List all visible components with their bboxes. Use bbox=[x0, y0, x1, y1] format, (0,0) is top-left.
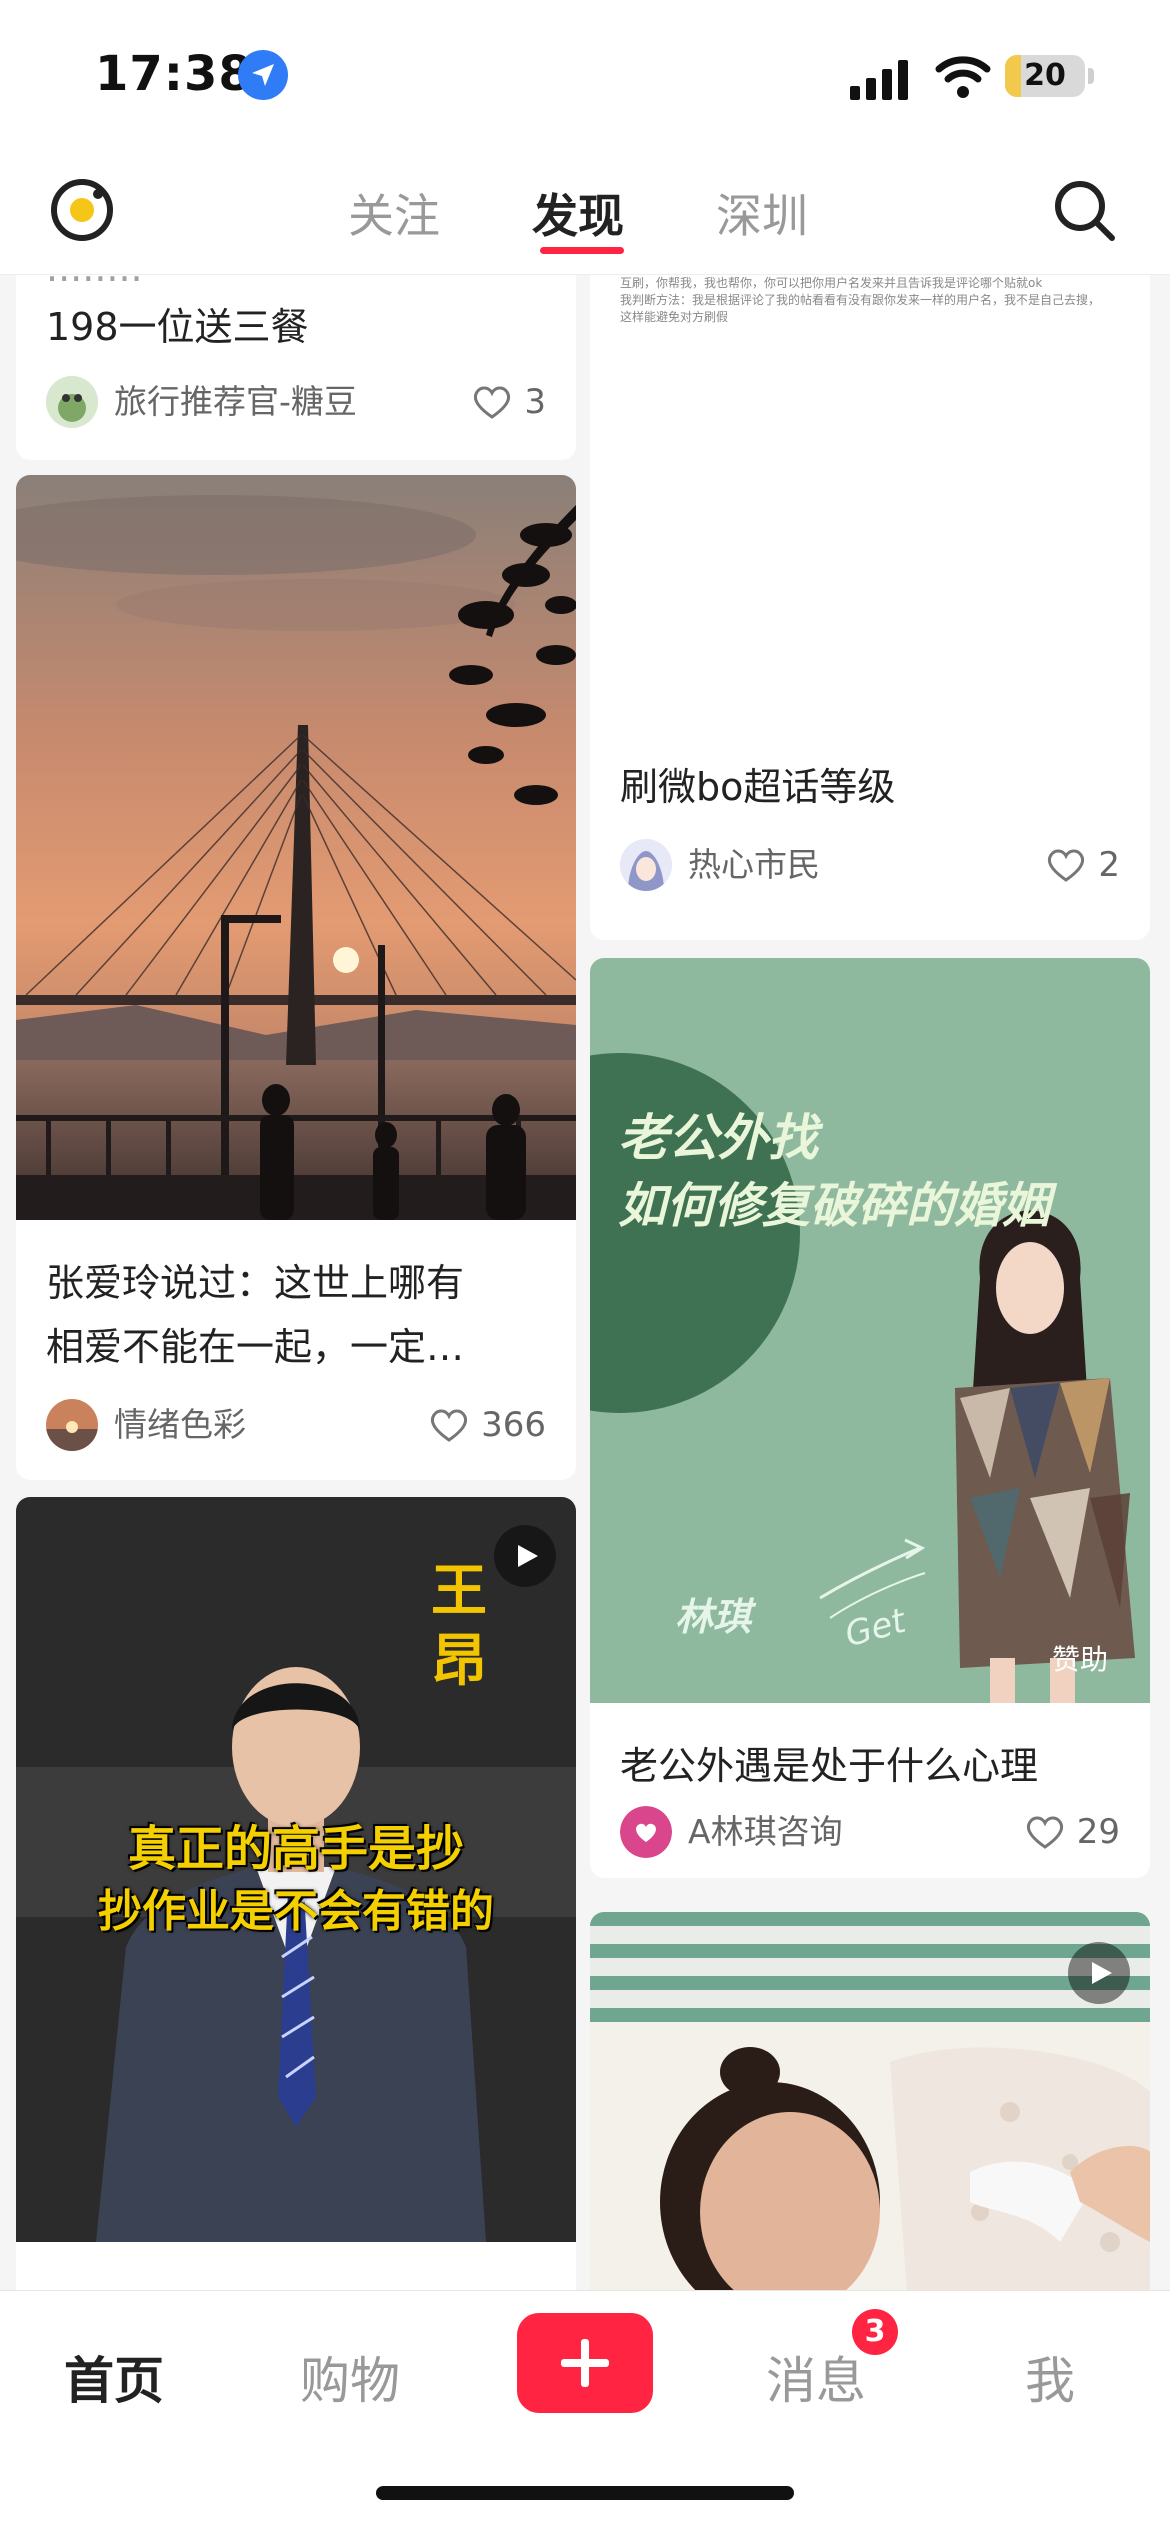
caption-overlay-2: 抄作业是不会有错的 bbox=[98, 1886, 494, 1937]
like-count: 366 bbox=[481, 1405, 546, 1445]
heart-icon bbox=[1048, 849, 1085, 882]
app-screen: 17:38 20 关注 发现 深圳 ········ 198一位送三餐 旅行推荐… bbox=[0, 0, 1170, 2532]
battery-cap bbox=[1088, 68, 1094, 84]
note-text-line-3: 这样能避免对方刷假 bbox=[620, 310, 729, 324]
ad-headline-2: 如何修复破碎的婚姻 bbox=[618, 1178, 1051, 1234]
note-card[interactable]: 王昂 真正的高手是抄 抄作业是不会有错的 bbox=[16, 1497, 576, 2290]
add-post-button[interactable] bbox=[517, 2313, 653, 2413]
bottom-tab-bar: 首页 购物 消息 3 我 bbox=[0, 2290, 1170, 2532]
card-title-line-2: 相爱不能在一起，一定… bbox=[46, 1325, 465, 1369]
video-play-icon bbox=[1068, 1942, 1130, 2004]
sponsored-label: 赞助 bbox=[1052, 1643, 1109, 1676]
like-button[interactable]: 366 bbox=[429, 1399, 546, 1451]
note-card[interactable]: 互刷，你帮我，我也帮你，你可以把你用户名发来并且告诉我是评论哪个贴就ok 我判断… bbox=[590, 275, 1150, 940]
like-button[interactable]: 3 bbox=[472, 376, 546, 428]
battery-percent: 20 bbox=[1024, 58, 1066, 93]
search-icon[interactable] bbox=[1048, 174, 1120, 246]
tab-me[interactable]: 我 bbox=[1025, 2341, 1075, 2413]
avatar[interactable] bbox=[620, 839, 672, 891]
home-indicator[interactable] bbox=[376, 2486, 794, 2500]
plus-icon bbox=[561, 2339, 609, 2387]
heart-icon bbox=[431, 1409, 468, 1442]
note-text-line-2: 我判断方法：我是根据评论了我的帖看看有没有跟你发来一样的用户名，我不是自己去搜， bbox=[620, 293, 1101, 307]
card-title: 刷微bo超话等级 bbox=[620, 765, 896, 809]
card-title-line-1: 张爱玲说过：这世上哪有 bbox=[46, 1261, 465, 1305]
ad-name: 林琪 bbox=[675, 1595, 752, 1639]
cover-image bbox=[590, 958, 1150, 1703]
battery-icon: 20 bbox=[1005, 55, 1085, 97]
card-title: 198一位送三餐 bbox=[46, 305, 309, 349]
discover-feed: ········ 198一位送三餐 旅行推荐官-糖豆 3 张爱玲说过：这世上哪有… bbox=[0, 275, 1170, 2290]
like-button[interactable]: 29 bbox=[1025, 1806, 1120, 1858]
avatar[interactable] bbox=[46, 1399, 98, 1451]
note-card[interactable]: ········ 198一位送三餐 旅行推荐官-糖豆 3 bbox=[16, 275, 576, 460]
menu-logo-icon[interactable] bbox=[46, 174, 118, 246]
cover-image bbox=[590, 1912, 1150, 2290]
note-text-line-1: 互刷，你帮我，我也帮你，你可以把你用户名发来并且告诉我是评论哪个贴就ok bbox=[620, 276, 1043, 290]
like-count: 2 bbox=[1098, 845, 1120, 885]
active-tab-indicator bbox=[540, 247, 624, 254]
tab-home[interactable]: 首页 bbox=[64, 2341, 164, 2413]
author-name[interactable]: 热心市民 bbox=[688, 839, 820, 891]
author-name[interactable]: 情绪色彩 bbox=[114, 1399, 246, 1451]
messages-badge: 3 bbox=[852, 2309, 898, 2355]
wifi-icon bbox=[935, 56, 991, 98]
name-overlay: 王昂 bbox=[431, 1559, 487, 1694]
tab-shopping[interactable]: 购物 bbox=[300, 2341, 400, 2413]
sponsored-card[interactable]: 老公外找 如何修复破碎的婚姻 林琪 Get 赞助 老公外遇是处于什么心理 A林琪… bbox=[590, 958, 1150, 1878]
note-card[interactable]: 张爱玲说过：这世上哪有 相爱不能在一起，一定… 情绪色彩 366 bbox=[16, 475, 576, 1480]
tab-follow[interactable]: 关注 bbox=[348, 180, 440, 246]
card-title: 老公外遇是处于什么心理 bbox=[620, 1744, 1039, 1788]
caption-overlay-1: 真正的高手是抄 bbox=[127, 1821, 464, 1877]
heart-icon bbox=[474, 386, 511, 419]
like-count: 29 bbox=[1076, 1812, 1120, 1852]
like-button[interactable]: 2 bbox=[1046, 839, 1120, 891]
video-play-icon bbox=[494, 1525, 556, 1587]
tab-discover[interactable]: 发现 bbox=[532, 180, 624, 246]
avatar[interactable] bbox=[620, 1806, 672, 1858]
cover-image bbox=[16, 475, 576, 1220]
ad-headline-1: 老公外找 bbox=[618, 1109, 818, 1167]
heart-icon bbox=[1026, 1816, 1063, 1849]
like-count: 3 bbox=[524, 382, 546, 422]
cellular-signal-icon bbox=[850, 60, 908, 100]
tab-messages[interactable]: 消息 bbox=[766, 2341, 866, 2413]
location-arrow-icon bbox=[238, 50, 288, 100]
avatar[interactable] bbox=[46, 376, 98, 428]
note-card[interactable] bbox=[590, 1912, 1150, 2290]
status-bar: 17:38 20 bbox=[0, 0, 1170, 150]
author-name[interactable]: 旅行推荐官-糖豆 bbox=[114, 376, 357, 428]
status-time: 17:38 bbox=[95, 46, 253, 102]
top-nav: 关注 发现 深圳 bbox=[0, 150, 1170, 275]
tab-shenzhen[interactable]: 深圳 bbox=[716, 180, 808, 246]
author-name[interactable]: A林琪咨询 bbox=[688, 1806, 843, 1858]
